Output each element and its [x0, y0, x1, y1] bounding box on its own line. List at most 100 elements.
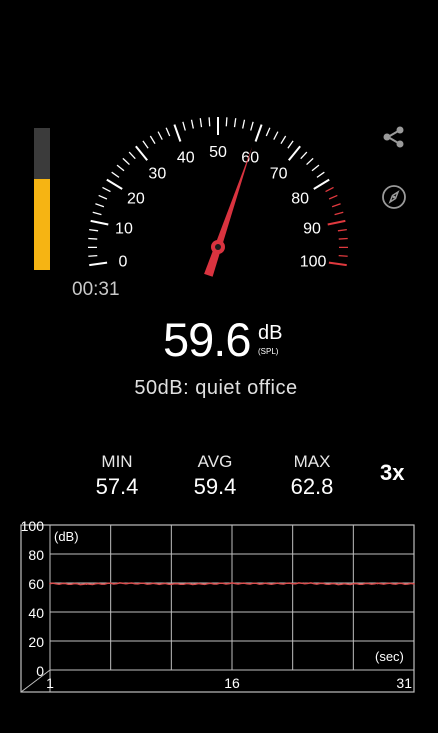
gauge-tick — [331, 203, 341, 208]
gauge-tick — [149, 135, 156, 145]
sound-level-bar — [34, 128, 50, 270]
gauge-tick — [182, 121, 186, 131]
reading-value: 59.6 — [163, 313, 251, 366]
stat-min-value: 57.4 — [95, 474, 139, 499]
chart-y-tick-label: 80 — [28, 547, 44, 563]
gauge-tick — [208, 117, 211, 127]
gauge-label: 90 — [303, 221, 321, 238]
stat-avg-value: 59.4 — [193, 474, 237, 499]
gauge-tick — [306, 157, 314, 166]
gauge-tick — [300, 151, 308, 160]
gauge-tick — [88, 254, 98, 257]
gauge-tick — [287, 140, 294, 149]
gauge-tick — [173, 124, 182, 142]
chart-x-tick-labels: 1 16 31 — [46, 675, 412, 691]
gauge-label: 10 — [115, 221, 133, 238]
gauge-tick — [122, 157, 130, 166]
chart-grid — [20, 524, 415, 693]
gauge-tick — [338, 254, 348, 257]
gauge-tick — [338, 237, 348, 240]
sound-level-fill — [34, 179, 50, 270]
chart-point — [413, 583, 415, 585]
gauge-tick — [88, 237, 98, 240]
gauge-tick — [190, 119, 194, 129]
gauge-label: 100 — [300, 253, 327, 270]
compass-icon — [382, 185, 406, 209]
gauge-label: 20 — [127, 190, 145, 207]
chart-point — [194, 583, 197, 585]
stat-max: MAX 62.8 — [262, 452, 362, 500]
gauge-tick — [165, 127, 171, 137]
stat-max-value: 62.8 — [290, 474, 334, 499]
gauge-tick — [311, 164, 320, 172]
gauge-tick — [111, 171, 120, 178]
stat-avg: AVG 59.4 — [165, 452, 265, 500]
reading-unit: dB — [258, 322, 283, 344]
chart-x-axis-label: (sec) — [375, 649, 404, 664]
gauge-needle — [204, 146, 253, 277]
chart-point — [231, 582, 233, 585]
gauge-tick — [135, 145, 148, 161]
gauge-tick — [327, 219, 346, 226]
chart-point — [340, 583, 343, 585]
gauge-label: 80 — [291, 190, 309, 207]
history-chart: 100 80 60 40 20 0 1 16 31 (dB) (sec) — [20, 518, 415, 693]
gauge-tick — [225, 117, 228, 127]
gauge-label: 50 — [209, 144, 227, 161]
gauge-tick — [280, 135, 287, 145]
chart-y-tick-label: 20 — [28, 634, 44, 650]
share-button[interactable] — [381, 124, 407, 150]
noise-description: 50dB: quiet office — [134, 377, 298, 399]
chart-point — [304, 582, 306, 585]
stat-min-label: MIN — [101, 452, 133, 471]
gauge-tick — [316, 171, 325, 178]
chart-x-tick-label: 16 — [224, 675, 240, 691]
gauge-tick — [90, 219, 109, 226]
gauge-tick — [89, 261, 108, 267]
chart-y-tick-label: 40 — [28, 605, 44, 621]
chart-y-axis-label: (dB) — [54, 529, 79, 544]
chart-point — [85, 583, 88, 585]
chart-x-tick-label: 31 — [396, 675, 412, 691]
gauge-tick — [199, 118, 203, 128]
stat-max-label: MAX — [293, 452, 331, 471]
compass-button[interactable] — [381, 184, 407, 210]
gauge-needle-pointer — [204, 146, 253, 277]
gauge-tick — [116, 164, 125, 172]
chart-y-tick-label: 100 — [21, 518, 45, 534]
chart-y-tick-label: 0 — [36, 663, 44, 679]
gauge-tick — [95, 203, 105, 208]
share-icon — [383, 126, 404, 148]
gauge-label: 0 — [118, 253, 127, 270]
gauge-tick — [89, 228, 99, 232]
chart-y-tick-labels: 100 80 60 40 20 0 — [21, 518, 45, 679]
chart-x-tick-label: 1 — [46, 675, 54, 691]
gauge-tick — [102, 186, 111, 193]
decibel-gauge: 010203040 50 60708090100 — [87, 117, 349, 277]
gauge-tick — [98, 194, 108, 200]
gauge-tick — [233, 118, 237, 128]
chart-point — [267, 582, 270, 585]
reading-sub-unit: (SPL) — [258, 347, 279, 356]
chart-frame — [20, 524, 415, 693]
stat-avg-label: AVG — [197, 452, 233, 471]
gauge-tick — [334, 211, 344, 216]
gauge-tick — [250, 121, 254, 131]
gauge-tick — [242, 119, 246, 129]
chart-y-tick-label: 60 — [28, 576, 44, 592]
gauge-label: 40 — [177, 150, 195, 167]
chart-point — [376, 582, 379, 585]
gauge-tick — [288, 145, 301, 161]
gauge-tick — [325, 186, 334, 193]
gauge-tick — [328, 261, 347, 267]
current-reading: 59.6 dB (SPL) — [0, 310, 438, 370]
gauge-tick — [157, 131, 163, 140]
gauge-tick — [265, 127, 271, 137]
response-multiplier-button[interactable]: 3x — [380, 460, 404, 486]
chart-point — [122, 582, 124, 585]
gauge-tick — [313, 178, 330, 190]
gauge-tick — [92, 211, 102, 216]
gauge-label: 70 — [270, 166, 288, 183]
gauge-needle-hub-center — [215, 244, 221, 250]
chart-point — [49, 582, 51, 585]
